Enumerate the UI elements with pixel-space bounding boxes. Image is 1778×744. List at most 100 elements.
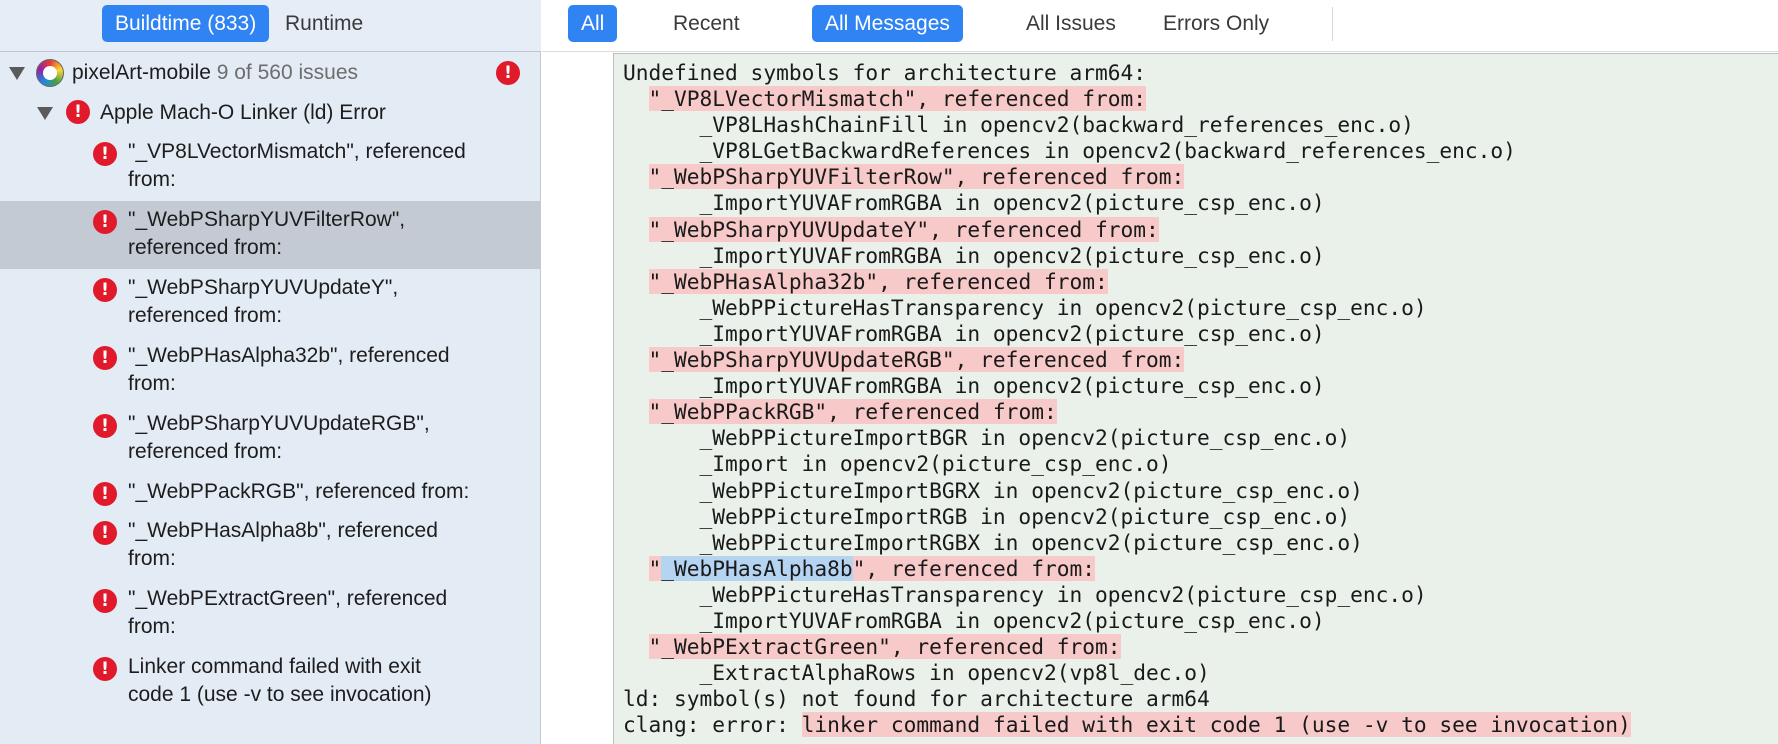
log-line: _WebPPictureImportBGR in opencv2(picture… (623, 425, 1631, 451)
issue-item-line: Linker command failed with exit (128, 655, 421, 678)
log-highlight: "_WebPSharpYUVUpdateRGB", referenced fro… (648, 347, 1185, 373)
error-icon: ! (93, 210, 117, 234)
tab-runtime[interactable]: Runtime (272, 5, 376, 42)
issue-item-line: "_WebPHasAlpha32b", referenced (128, 344, 450, 367)
issue-item[interactable]: ! Linker command failed with exit code 1 (… (0, 648, 541, 716)
issue-item-line: "_WebPSharpYUVUpdateRGB", (128, 412, 430, 435)
issue-item-label: "_WebPHasAlpha32b", referenced from: (128, 342, 528, 398)
issue-item-line: "_WebPSharpYUVFilterRow", (128, 208, 406, 231)
log-text: _ImportYUVAFromRGBA in opencv2(picture_c… (623, 242, 1325, 268)
log-line: _WebPPictureImportRGB in opencv2(picture… (623, 504, 1631, 530)
log-text: _WebPPictureImportBGR in opencv2(picture… (623, 425, 1351, 451)
log-line: "_WebPSharpYUVFilterRow", referenced fro… (623, 164, 1631, 190)
build-log-area: Undefined symbols for architecture arm64… (542, 53, 1778, 744)
log-text: _ImportYUVAFromRGBA in opencv2(picture_c… (623, 373, 1325, 399)
issue-item-label: "_WebPPackRGB", referenced from: (128, 478, 528, 506)
log-line: _WebPPictureImportRGBX in opencv2(pictur… (623, 530, 1631, 556)
issue-item[interactable]: ! "_WebPSharpYUVFilterRow", referenced fro… (0, 201, 541, 269)
filter-errors-only[interactable]: Errors Only (1150, 5, 1282, 42)
issue-item-line: "_WebPExtractGreen", referenced (128, 587, 448, 610)
error-icon: ! (93, 589, 117, 613)
log-text: _VP8LHashChainFill in opencv2(backward_r… (623, 112, 1414, 138)
log-line: _VP8LGetBackwardReferences in opencv2(ba… (623, 138, 1631, 164)
issue-item-line: referenced from: (128, 304, 283, 327)
log-text: _ImportYUVAFromRGBA in opencv2(picture_c… (623, 607, 1325, 633)
log-line: "_WebPHasAlpha8b", referenced from: (623, 555, 1631, 582)
filter-all[interactable]: All (568, 5, 618, 42)
log-filter-bar: All Recent All Messages All Issues Error… (542, 0, 1778, 52)
issue-item-label: "_WebPSharpYUVUpdateY", referenced from: (128, 274, 528, 330)
log-line: _WebPPictureHasTransparency in opencv2(p… (623, 582, 1631, 608)
log-text: _WebPPictureHasTransparency in opencv2(p… (623, 294, 1427, 320)
issue-item-label: "_VP8LVectorMismatch", referenced from: (128, 138, 528, 194)
group-label: Apple Mach-O Linker (ld) Error (100, 101, 386, 124)
issue-item-label: "_WebPExtractGreen", referenced from: (128, 585, 528, 641)
issue-item-line: from: (128, 547, 176, 570)
project-row[interactable]: pixelArt-mobile 9 of 560 issues ! (0, 53, 541, 93)
issue-item[interactable]: ! "_WebPHasAlpha8b", referenced from: (0, 512, 541, 580)
issue-item-line: "_WebPPackRGB", referenced from: (128, 480, 470, 503)
error-icon: ! (93, 657, 117, 681)
log-text: _WebPPictureHasTransparency in opencv2(p… (623, 581, 1427, 607)
build-log-transcript[interactable]: Undefined symbols for architecture arm64… (613, 53, 1778, 744)
log-line: "_WebPSharpYUVUpdateY", referenced from: (623, 216, 1631, 243)
log-line: _ImportYUVAFromRGBA in opencv2(picture_c… (623, 321, 1631, 347)
log-line: _WebPPictureHasTransparency in opencv2(p… (623, 295, 1631, 321)
issue-item-line: referenced from: (128, 236, 283, 259)
log-line: "_WebPSharpYUVUpdateRGB", referenced fro… (623, 347, 1631, 373)
log-lines: Undefined symbols for architecture arm64… (623, 60, 1631, 738)
log-highlight: ", referenced from: (852, 555, 1095, 581)
issue-item-label: "_WebPHasAlpha8b", referenced from: (128, 517, 528, 573)
issue-navigator: Buildtime (833) Runtime pixelArt-mobile … (0, 0, 541, 744)
filter-all-issues[interactable]: All Issues (1013, 5, 1129, 42)
log-line: "_VP8LVectorMismatch", referenced from: (623, 86, 1631, 112)
log-highlight: "_VP8LVectorMismatch", referenced from: (648, 86, 1146, 112)
log-line: ld: symbol(s) not found for architecture… (623, 686, 1631, 712)
issue-item-line: from: (128, 615, 176, 638)
issue-item-line: code 1 (use -v to see invocation) (128, 683, 432, 706)
issue-item[interactable]: ! "_VP8LVectorMismatch", referenced from: (0, 133, 541, 201)
disclosure-triangle-icon[interactable] (37, 107, 53, 120)
issue-item-label: "_WebPSharpYUVFilterRow", referenced from… (128, 206, 528, 262)
issue-item[interactable]: ! "_WebPSharpYUVUpdateRGB", referenced fro… (0, 405, 541, 473)
log-text: Undefined symbols for architecture arm64… (623, 60, 1146, 85)
log-highlight: linker command failed with exit code 1 (… (801, 712, 1631, 738)
filter-recent[interactable]: Recent (660, 5, 753, 42)
issue-item-line: from: (128, 168, 176, 191)
log-line: clang: error: linker command failed with… (623, 712, 1631, 738)
tab-buildtime[interactable]: Buildtime (833) (102, 5, 270, 42)
filter-all-messages[interactable]: All Messages (812, 5, 963, 42)
disclosure-triangle-icon[interactable] (9, 67, 25, 80)
log-text: _ImportYUVAFromRGBA in opencv2(picture_c… (623, 320, 1325, 346)
log-highlight: "_WebPExtractGreen", referenced from: (648, 634, 1121, 660)
log-highlight: " (648, 555, 662, 581)
error-icon: ! (93, 414, 117, 438)
issue-item[interactable]: ! "_WebPHasAlpha32b", referenced from: (0, 337, 541, 405)
log-line: _ImportYUVAFromRGBA in opencv2(picture_c… (623, 373, 1631, 399)
issue-item-line: referenced from: (128, 440, 283, 463)
issue-item-label: Linker command failed with exit code 1 (u… (128, 653, 528, 709)
log-line: "_WebPPackRGB", referenced from: (623, 399, 1631, 425)
log-text: _WebPPictureImportBGRX in opencv2(pictur… (623, 477, 1363, 503)
filter-divider (1332, 7, 1333, 41)
issue-item[interactable]: ! "_WebPExtractGreen", referenced from: (0, 580, 541, 648)
log-line: _WebPPictureImportBGRX in opencv2(pictur… (623, 478, 1631, 504)
log-text: _VP8LGetBackwardReferences in opencv2(ba… (623, 138, 1516, 164)
error-icon: ! (93, 482, 117, 506)
log-highlight: "_WebPPackRGB", referenced from: (648, 399, 1057, 425)
log-text: _ImportYUVAFromRGBA in opencv2(picture_c… (623, 190, 1325, 216)
log-text: clang: error: (623, 712, 802, 738)
issue-item-line: "_WebPSharpYUVUpdateY", (128, 276, 399, 299)
log-line: "_WebPExtractGreen", referenced from: (623, 634, 1631, 660)
issue-item[interactable]: ! "_WebPSharpYUVUpdateY", referenced from: (0, 269, 541, 337)
group-row[interactable]: ! Apple Mach-O Linker (ld) Error (0, 93, 541, 133)
log-text: _WebPPictureImportRGB in opencv2(picture… (623, 503, 1351, 529)
error-icon: ! (93, 521, 117, 545)
